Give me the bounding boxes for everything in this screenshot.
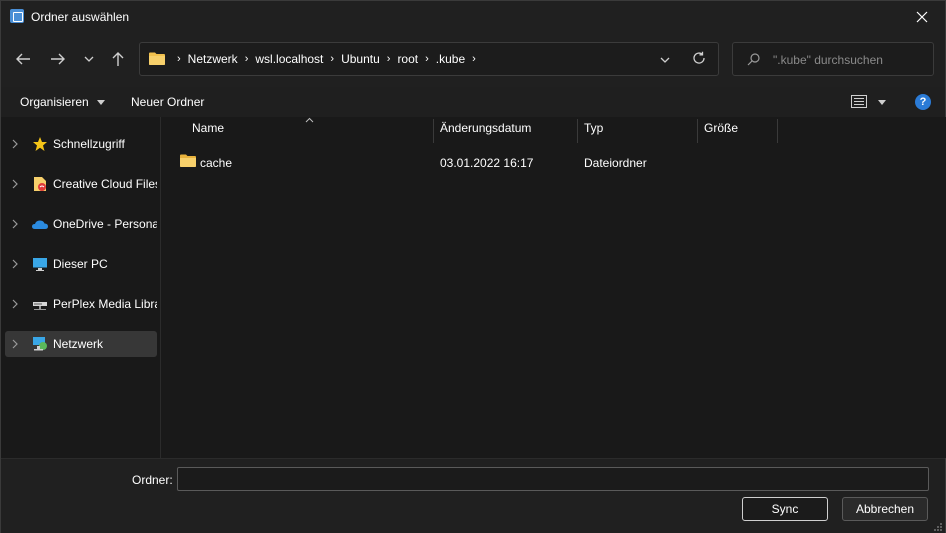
new-folder-button[interactable]: Neuer Ordner <box>131 95 204 109</box>
breadcrumb-item[interactable]: Ubuntu <box>341 52 380 66</box>
table-row[interactable]: cache 03.01.2022 16:17 Dateiordner <box>162 150 782 174</box>
sidebar-item-label: OneDrive - Personal <box>53 217 157 231</box>
breadcrumb-separator[interactable]: › <box>387 53 391 65</box>
column-header-date[interactable]: Änderungsdatum <box>440 121 531 145</box>
file-name: cache <box>200 156 233 170</box>
breadcrumb-item[interactable]: .kube <box>436 52 465 66</box>
refresh-button[interactable] <box>692 51 706 68</box>
search-placeholder: ".kube" durchsuchen <box>773 53 883 67</box>
view-options-button[interactable] <box>851 95 887 111</box>
search-icon <box>747 53 760 66</box>
file-list: Name Änderungsdatum Typ Größe cache 03.0… <box>162 117 946 458</box>
breadcrumb-item[interactable]: Netzwerk <box>188 52 238 66</box>
chevron-right-icon[interactable] <box>12 179 18 189</box>
sort-ascending-icon <box>305 117 314 123</box>
organize-label: Organisieren <box>20 95 89 109</box>
chevron-right-icon[interactable] <box>12 139 18 149</box>
sidebar-item-label: Creative Cloud Files <box>53 177 157 191</box>
chevron-down-icon <box>660 57 670 63</box>
sidebar-item-onedrive[interactable]: OneDrive - Personal <box>5 211 157 237</box>
breadcrumb-item[interactable]: wsl.localhost <box>255 52 323 66</box>
close-button[interactable] <box>899 1 945 33</box>
title-bar: Ordner auswählen <box>1 1 945 33</box>
breadcrumb-item[interactable]: root <box>397 52 418 66</box>
file-date: 03.01.2022 16:17 <box>440 156 534 170</box>
sidebar-item-perplex-media[interactable]: PerPlex Media Libra <box>5 291 157 317</box>
navigation-pane: Schnellzugriff Creative Cloud Files OneD… <box>1 117 161 458</box>
sidebar-item-label: Netzwerk <box>53 337 104 351</box>
organize-menu-button[interactable]: Organisieren <box>20 95 106 109</box>
window-title: Ordner auswählen <box>31 10 130 24</box>
chevron-right-icon[interactable] <box>12 339 18 349</box>
column-divider[interactable] <box>433 119 434 143</box>
sync-button[interactable]: Sync <box>742 497 828 521</box>
computer-icon <box>33 258 47 271</box>
chevron-right-icon[interactable] <box>12 299 18 309</box>
breadcrumb-separator[interactable]: › <box>330 53 334 65</box>
folder-name-field[interactable] <box>177 467 929 491</box>
address-history-button[interactable] <box>660 52 670 66</box>
onedrive-cloud-icon <box>32 220 48 229</box>
folder-picker-dialog: Ordner auswählen › Netzwerk › wsl.localh… <box>0 0 946 533</box>
sidebar-item-quick-access[interactable]: Schnellzugriff <box>5 131 157 157</box>
folder-icon <box>149 52 165 65</box>
sidebar-item-label: PerPlex Media Libra <box>53 297 157 311</box>
refresh-icon <box>693 51 705 64</box>
column-divider[interactable] <box>777 119 778 143</box>
sidebar-item-network[interactable]: Netzwerk <box>5 331 157 357</box>
caret-down-icon <box>97 100 106 106</box>
sidebar-item-label: Dieser PC <box>53 257 108 271</box>
network-icon <box>33 337 47 351</box>
recent-locations-button[interactable] <box>77 47 101 71</box>
column-divider[interactable] <box>697 119 698 143</box>
breadcrumb-separator[interactable]: › <box>472 53 476 65</box>
breadcrumb-separator[interactable]: › <box>425 53 429 65</box>
star-icon <box>33 137 47 151</box>
sidebar-item-this-pc[interactable]: Dieser PC <box>5 251 157 277</box>
arrow-up-icon <box>112 52 124 66</box>
column-header-type[interactable]: Typ <box>584 121 603 145</box>
sidebar-item-label: Schnellzugriff <box>53 137 125 151</box>
column-header-name[interactable]: Name <box>192 121 224 145</box>
creative-cloud-icon <box>34 177 46 191</box>
chevron-down-icon <box>84 56 94 62</box>
close-icon <box>916 11 928 23</box>
arrow-right-icon <box>51 53 65 65</box>
breadcrumb-separator: › <box>177 53 181 65</box>
dialog-footer: Ordner: Sync Abbrechen <box>1 458 945 533</box>
command-bar: Organisieren Neuer Ordner ? <box>1 87 945 117</box>
navigation-bar: › Netzwerk › wsl.localhost › Ubuntu › ro… <box>1 33 945 87</box>
cancel-button[interactable]: Abbrechen <box>842 497 928 521</box>
arrow-left-icon <box>16 53 30 65</box>
up-button[interactable] <box>106 47 130 71</box>
sidebar-item-creative-cloud[interactable]: Creative Cloud Files <box>5 171 157 197</box>
back-button[interactable] <box>11 47 35 71</box>
chevron-right-icon[interactable] <box>12 219 18 229</box>
breadcrumb: › Netzwerk › wsl.localhost › Ubuntu › ro… <box>170 43 483 75</box>
breadcrumb-separator[interactable]: › <box>245 53 249 65</box>
details-view-icon <box>851 95 867 108</box>
caret-down-icon <box>878 100 887 105</box>
help-button[interactable]: ? <box>915 94 931 110</box>
folder-field-label: Ordner: <box>132 473 173 487</box>
column-divider[interactable] <box>577 119 578 143</box>
search-input[interactable]: ".kube" durchsuchen <box>732 42 934 76</box>
app-icon <box>10 9 24 23</box>
address-bar[interactable]: › Netzwerk › wsl.localhost › Ubuntu › ro… <box>139 42 719 76</box>
folder-icon <box>180 154 196 167</box>
resize-grip-icon[interactable] <box>933 522 943 532</box>
network-drive-icon <box>33 302 47 310</box>
forward-button[interactable] <box>46 47 70 71</box>
column-header-size[interactable]: Größe <box>704 121 738 145</box>
chevron-right-icon[interactable] <box>12 259 18 269</box>
file-type: Dateiordner <box>584 156 647 170</box>
